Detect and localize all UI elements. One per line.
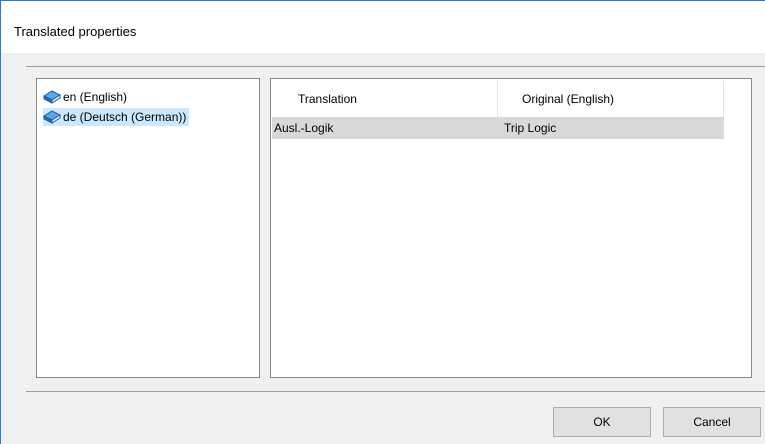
dialog-title: Translated properties <box>14 24 137 39</box>
language-item-en[interactable]: en (English) <box>43 88 130 106</box>
book-icon <box>43 110 61 124</box>
column-header-translation[interactable]: Translation <box>272 81 498 117</box>
ok-button[interactable]: OK <box>553 407 651 437</box>
translation-cell[interactable]: Ausl.-Logik <box>274 117 333 139</box>
language-item-de[interactable]: de (Deutsch (German)) <box>43 108 190 126</box>
original-cell: Trip Logic <box>504 121 557 135</box>
cancel-button[interactable]: Cancel <box>663 407 761 437</box>
table-row[interactable]: Ausl.-Logik Trip Logic <box>272 117 724 139</box>
language-label: de (Deutsch (German)) <box>63 110 187 124</box>
button-divider <box>26 391 765 392</box>
language-list[interactable]: en (English) de (Deutsch (German)) <box>36 78 260 378</box>
column-header-original[interactable]: Original (English) <box>498 81 724 117</box>
title-bar: Translated properties <box>1 1 765 53</box>
book-icon <box>43 90 61 104</box>
translation-grid[interactable]: Translation Original (English) Ausl.-Log… <box>270 78 752 378</box>
translated-properties-dialog: Translated properties en (English) de (D… <box>0 0 765 444</box>
group-divider <box>26 66 765 67</box>
language-label: en (English) <box>63 90 128 104</box>
